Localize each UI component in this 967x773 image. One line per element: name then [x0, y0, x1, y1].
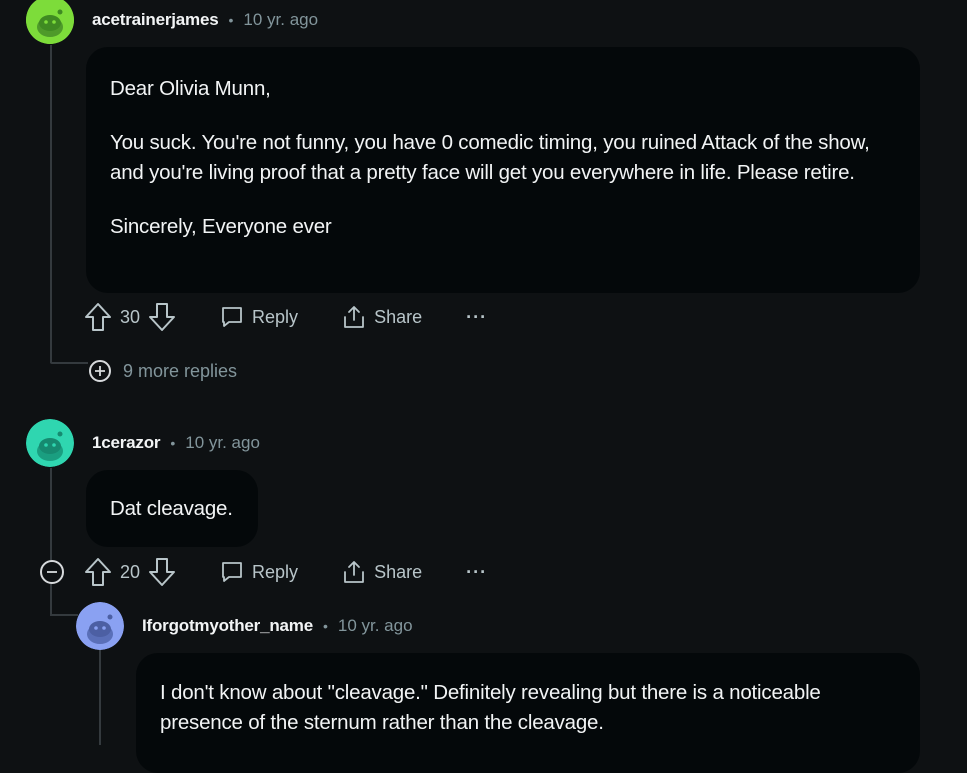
comment-paragraph: Dat cleavage. [110, 497, 233, 520]
vote-score: 30 [120, 306, 141, 327]
comment-paragraph: I don't know about "cleavage." Definitel… [160, 681, 821, 734]
comment-meta: acetrainerjames • 10 yr. ago [92, 10, 318, 30]
snoo-avatar-icon [26, 419, 74, 467]
comment-meta: 1cerazor • 10 yr. ago [92, 433, 260, 453]
comment-actions: 20 Reply Share ··· [84, 557, 487, 587]
minus-icon [47, 571, 57, 573]
thread-line [99, 650, 101, 745]
comment-bubble-icon [220, 305, 244, 329]
vote-score: 20 [120, 561, 141, 582]
timestamp[interactable]: 10 yr. ago [185, 433, 260, 453]
vote-group: 30 [84, 302, 176, 332]
share-icon [342, 560, 366, 584]
username[interactable]: acetrainerjames [92, 10, 219, 30]
comment-body: Dear Olivia Munn, You suck. You're not f… [86, 47, 920, 293]
vote-group: 20 [84, 557, 176, 587]
collapse-thread-button[interactable] [40, 560, 64, 584]
comment-bubble-icon [220, 560, 244, 584]
more-options-button[interactable]: ··· [466, 562, 487, 583]
snoo-avatar-icon [26, 0, 74, 44]
upvote-icon[interactable] [84, 557, 112, 587]
thread-line [50, 468, 52, 560]
reply-label: Reply [252, 561, 299, 582]
avatar[interactable] [26, 0, 74, 44]
comment-actions: 30 Reply Share ··· [84, 302, 487, 332]
more-replies-link[interactable]: 9 more replies [89, 360, 237, 382]
upvote-icon[interactable] [84, 302, 112, 332]
thread-branch [50, 614, 78, 616]
reply-label: Reply [252, 306, 299, 327]
share-icon [342, 305, 366, 329]
thread-branch [50, 362, 88, 364]
timestamp[interactable]: 10 yr. ago [243, 10, 318, 30]
share-button[interactable]: Share [342, 560, 422, 584]
username[interactable]: 1cerazor [92, 433, 161, 453]
timestamp[interactable]: 10 yr. ago [338, 616, 413, 636]
comment-paragraph: You suck. You're not funny, you have 0 c… [110, 131, 870, 184]
expand-plus-icon [89, 360, 111, 382]
username[interactable]: Iforgotmyother_name [142, 616, 313, 636]
snoo-avatar-icon [76, 602, 124, 650]
comment-body: I don't know about "cleavage." Definitel… [136, 653, 920, 773]
comment-meta: Iforgotmyother_name • 10 yr. ago [142, 616, 413, 636]
separator-dot: • [322, 618, 328, 634]
share-label: Share [374, 306, 423, 327]
comment-paragraph: Sincerely, Everyone ever [110, 215, 332, 238]
reply-button[interactable]: Reply [220, 560, 298, 584]
share-button[interactable]: Share [342, 305, 422, 329]
separator-dot: • [170, 435, 176, 451]
thread-line [50, 584, 52, 614]
downvote-icon[interactable] [148, 302, 176, 332]
avatar[interactable] [76, 602, 124, 650]
downvote-icon[interactable] [148, 557, 176, 587]
more-replies-label: 9 more replies [123, 360, 238, 381]
separator-dot: • [228, 12, 234, 28]
avatar[interactable] [26, 419, 74, 467]
reply-button[interactable]: Reply [220, 305, 298, 329]
thread-line [50, 45, 52, 363]
comment-paragraph: Dear Olivia Munn, [110, 77, 271, 100]
comment-body: Dat cleavage. [86, 470, 258, 547]
share-label: Share [374, 561, 423, 582]
more-options-button[interactable]: ··· [466, 307, 487, 328]
comment-thread: acetrainerjames • 10 yr. ago Dear Olivia… [0, 0, 967, 773]
